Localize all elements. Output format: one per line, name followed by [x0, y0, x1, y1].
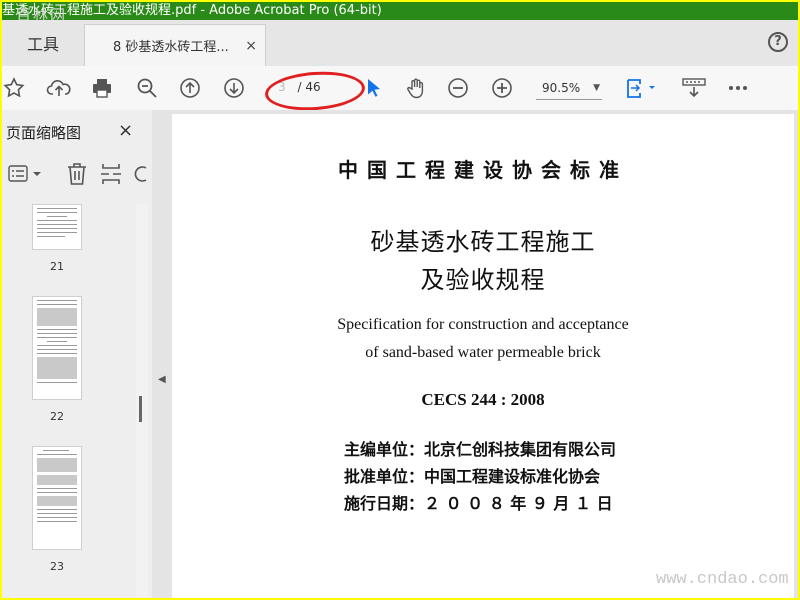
effective-date: 施行日期：２ ０ ０ ８ 年 ９ 月 １ 日 [344, 494, 613, 513]
delete-icon[interactable] [66, 162, 88, 186]
hand-icon[interactable] [404, 76, 428, 100]
thumbnail-scrollbar[interactable] [136, 204, 148, 598]
approver-unit: 批准单位：中国工程建设标准化协会 [344, 467, 601, 486]
chevron-down-icon: ▼ [593, 83, 600, 93]
watermark-url: www.cndao.com [656, 570, 789, 589]
tab-document[interactable]: 8 砂基透水砖工程... × [84, 24, 266, 66]
toolbar: 3 / 46 90.5% ▼ [2, 66, 798, 111]
zoom-value: 90.5% [542, 81, 581, 95]
zoom-plus-icon[interactable] [490, 76, 514, 100]
print-icon[interactable] [90, 76, 114, 100]
collapse-panel-icon[interactable]: ◀ [158, 374, 166, 385]
thumbnail-page-label: 22 [50, 410, 64, 423]
scroll-mode-icon[interactable] [680, 76, 708, 100]
title-zh-line1: 砂基透水砖工程施工 [370, 228, 596, 256]
thumbnail-page[interactable] [32, 204, 82, 250]
title-zh-line2: 及验收规程 [420, 266, 546, 294]
tab-tools[interactable]: 工具 [2, 20, 84, 66]
page-down-icon[interactable] [222, 76, 246, 100]
upload-cloud-icon[interactable] [46, 76, 71, 100]
pdf-page: 中国工程建设协会标准 砂基透水砖工程施工 及验收规程 Specification… [172, 114, 794, 598]
scrollbar-thumb[interactable] [139, 396, 142, 422]
document-viewport[interactable]: ◀ 中国工程建设协会标准 砂基透水砖工程施工 及验收规程 Specificati… [152, 110, 798, 598]
panel-title: 页面缩略图 [6, 124, 82, 142]
thumbnail-panel: 页面缩略图 × 21 22 23 [2, 110, 153, 598]
help-icon[interactable]: ? [768, 32, 788, 52]
fit-page-icon[interactable] [624, 76, 658, 100]
more-icon[interactable] [726, 76, 750, 100]
thumbnail-page[interactable] [32, 446, 82, 550]
zoom-out-search-icon[interactable] [135, 76, 159, 100]
title-en-line1: Specification for construction and accep… [337, 316, 629, 333]
rotate-icon[interactable] [134, 162, 152, 186]
insert-page-icon[interactable] [100, 162, 122, 186]
standard-code: CECS 244 : 2008 [421, 390, 545, 409]
acrobat-window: 基透水砖工程施工及验收规程.pdf - Adobe Acrobat Pro (6… [2, 2, 798, 598]
select-cursor-icon[interactable] [362, 76, 386, 100]
bookmark-star-icon[interactable] [2, 76, 26, 100]
close-icon[interactable]: × [245, 38, 257, 54]
close-icon[interactable]: × [118, 120, 133, 141]
thumbnail-page[interactable] [32, 296, 82, 400]
tab-bar: 工具 8 砂基透水砖工程... × ? [2, 20, 798, 67]
editor-unit: 主编单位：北京仁创科技集团有限公司 [344, 440, 617, 459]
tab-tools-label: 工具 [26, 35, 59, 54]
zoom-dropdown[interactable]: 90.5% ▼ [536, 77, 602, 100]
window-titlebar: 基透水砖工程施工及验收规程.pdf - Adobe Acrobat Pro (6… [2, 2, 798, 20]
options-menu-icon[interactable] [8, 164, 44, 184]
thumbnail-page-label: 21 [50, 260, 64, 273]
thumbnail-page-label: 23 [50, 560, 64, 573]
zoom-minus-icon[interactable] [446, 76, 470, 100]
page-up-icon[interactable] [178, 76, 202, 100]
issuing-organization: 中国工程建设协会标准 [338, 158, 628, 182]
title-en-line2: of sand-based water permeable brick [365, 344, 601, 361]
thumbnail-list: 21 22 23 [2, 204, 136, 598]
panel-toolbar [2, 158, 152, 190]
tab-document-label: 8 砂基透水砖工程... [113, 40, 229, 55]
